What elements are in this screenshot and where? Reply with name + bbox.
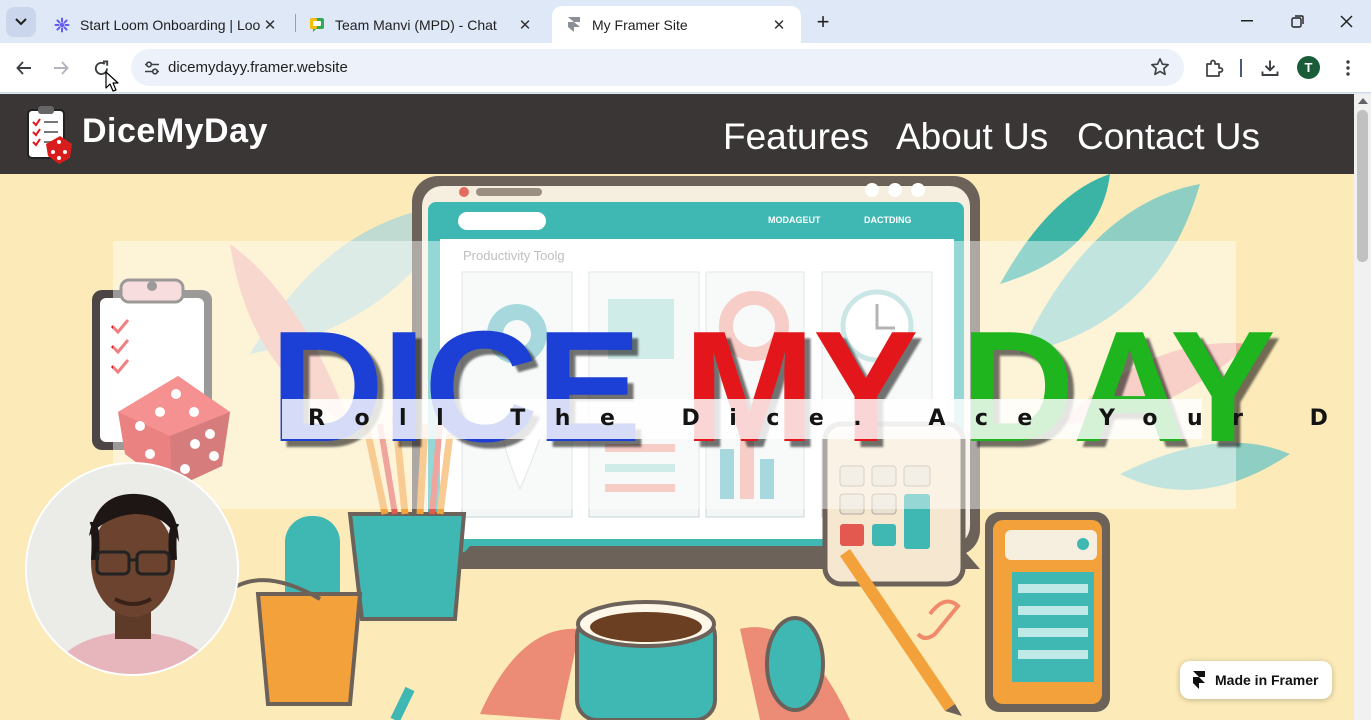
scroll-up-arrow-icon[interactable] [1358, 98, 1368, 104]
made-in-framer-badge[interactable]: Made in Framer [1180, 661, 1332, 699]
url-text: dicemydayy.framer.website [168, 59, 348, 76]
tab-title: Start Loom Onboarding | Loom [80, 16, 260, 33]
forward-button[interactable] [45, 52, 77, 84]
tab-title: My Framer Site [592, 16, 688, 33]
close-tab-icon[interactable]: ✕ [769, 15, 789, 35]
svg-text:DACTDING: DACTDING [864, 215, 912, 225]
hero-title-word-day: DAY [960, 299, 1276, 475]
downloads-button[interactable] [1254, 52, 1286, 84]
nav-link-about-us[interactable]: About Us [896, 116, 1048, 158]
hero-title-word-my: MY [683, 299, 919, 475]
new-tab-button[interactable]: + [810, 9, 836, 35]
framer-logo-icon [1193, 671, 1205, 689]
toolbar-divider [1240, 59, 1242, 77]
presenter-video-avatar [27, 464, 237, 674]
browser-toolbar: dicemydayy.framer.website [0, 43, 1371, 93]
tab-search-button[interactable] [6, 7, 36, 37]
nav-link-features[interactable]: Features [723, 116, 869, 158]
tab-google-chat[interactable]: Team Manvi (MPD) - Chat ✕ [295, 6, 547, 43]
arrow-right-icon [54, 61, 69, 75]
badge-label: Made in Framer [1215, 672, 1319, 688]
page-scrollbar[interactable] [1354, 94, 1371, 720]
restore-button[interactable] [1274, 6, 1320, 36]
loom-icon [54, 17, 70, 33]
tune-icon [144, 60, 159, 75]
brand-name[interactable]: DiceMyDay [82, 112, 268, 151]
webcam-bubble[interactable] [25, 462, 239, 676]
more-vertical-icon [1346, 60, 1350, 76]
puzzle-icon [1206, 59, 1224, 77]
minimize-icon [1241, 20, 1253, 22]
hero-title: DICE MY DAY [270, 308, 1276, 466]
back-button[interactable] [8, 52, 40, 84]
nav-link-contact-us[interactable]: Contact Us [1077, 116, 1260, 158]
dice-logo-icon[interactable] [26, 102, 76, 166]
profile-avatar[interactable]: T [1297, 56, 1320, 79]
tab-framer-site[interactable]: My Framer Site ✕ [552, 6, 801, 43]
mouse-cursor-icon [105, 71, 119, 92]
chevron-down-icon [15, 18, 27, 26]
svg-text:MODAGEUT: MODAGEUT [768, 215, 821, 225]
close-icon [1339, 14, 1353, 28]
hero-tagline: Roll The Dice. Ace Your Day! [308, 406, 1354, 431]
google-chat-icon [309, 17, 325, 33]
tab-strip: Start Loom Onboarding | Loom ✕ Team Manv… [0, 0, 1371, 43]
star-icon[interactable] [1150, 57, 1170, 77]
site-header: DiceMyDay Features About Us Contact Us [0, 94, 1354, 174]
arrow-left-icon [16, 61, 31, 75]
scroll-thumb[interactable] [1357, 110, 1368, 262]
close-tab-icon[interactable]: ✕ [260, 15, 280, 35]
restore-icon [1290, 14, 1304, 28]
site-info-button[interactable] [137, 53, 166, 82]
page-viewport: MODAGEUT DACTDING Productivity Toolg DIC… [0, 94, 1354, 720]
minimize-button[interactable] [1224, 6, 1270, 36]
menu-button[interactable] [1332, 52, 1364, 84]
hero-title-word-dice: DICE [270, 299, 641, 475]
tab-title: Team Manvi (MPD) - Chat [335, 16, 497, 33]
close-tab-icon[interactable]: ✕ [515, 15, 535, 35]
tab-loom[interactable]: Start Loom Onboarding | Loom ✕ [40, 6, 292, 43]
framer-icon [566, 16, 582, 33]
address-bar[interactable]: dicemydayy.framer.website [131, 49, 1184, 86]
extensions-button[interactable] [1198, 52, 1230, 84]
close-window-button[interactable] [1323, 6, 1369, 36]
download-icon [1261, 60, 1279, 76]
